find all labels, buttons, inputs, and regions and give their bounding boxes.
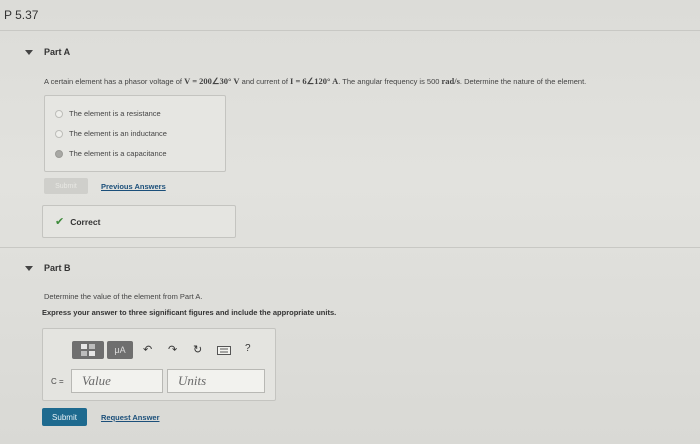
current-phasor: I = 6∠120° A	[290, 76, 339, 86]
part-b-prompt: Determine the value of the element from …	[44, 292, 203, 301]
variable-label: C =	[51, 377, 64, 386]
part-b-label[interactable]: Part B	[44, 263, 71, 273]
units-input[interactable]: Units	[167, 369, 265, 393]
correct-feedback: ✔ Correct	[42, 205, 236, 238]
prompt-text: and current of	[239, 77, 291, 86]
voltage-phasor: V = 200∠30° V	[184, 76, 240, 86]
choice-inductance[interactable]: The element is an inductance	[55, 129, 167, 138]
keyboard-icon[interactable]	[217, 346, 231, 355]
angular-frequency-unit: rad/s	[441, 76, 460, 86]
choice-label: The element is a capacitance	[69, 149, 167, 158]
help-icon[interactable]: ?	[245, 343, 251, 354]
part-b-submit-button[interactable]: Submit	[42, 408, 87, 426]
request-answer-link[interactable]: Request Answer	[101, 413, 160, 422]
part-a-submit-button[interactable]: Submit	[44, 178, 88, 194]
mu-units-icon: μA	[114, 345, 126, 355]
redo-icon[interactable]: ↷	[168, 343, 177, 356]
caret-down-icon[interactable]	[25, 50, 33, 55]
radio-button[interactable]	[55, 129, 63, 138]
templates-icon	[81, 344, 95, 356]
prompt-text: . The angular frequency is 500	[338, 77, 442, 86]
divider	[0, 30, 700, 31]
divider	[0, 247, 700, 248]
radio-button-selected[interactable]	[55, 149, 63, 158]
correct-label: Correct	[70, 216, 101, 227]
caret-down-icon[interactable]	[25, 266, 33, 271]
choice-label: The element is an inductance	[69, 129, 167, 138]
choice-capacitance[interactable]: The element is a capacitance	[55, 149, 167, 158]
prompt-text: A certain element has a phasor voltage o…	[44, 77, 185, 86]
choices-box: The element is a resistance The element …	[44, 95, 226, 172]
choice-resistance[interactable]: The element is a resistance	[55, 109, 161, 118]
problem-title: P 5.37	[4, 8, 39, 22]
value-input[interactable]: Value	[71, 369, 163, 393]
mu-units-button[interactable]: μA	[107, 341, 133, 359]
reset-icon[interactable]: ↻	[193, 343, 202, 356]
part-a-prompt: A certain element has a phasor voltage o…	[44, 76, 586, 87]
radio-button[interactable]	[55, 109, 63, 118]
answer-box: μA ↶ ↷ ↻ ? C = Value Units	[42, 328, 276, 401]
undo-icon[interactable]: ↶	[143, 343, 152, 356]
part-b-instruction: Express your answer to three significant…	[42, 308, 337, 317]
prompt-text: . Determine the nature of the element.	[459, 77, 587, 86]
checkmark-icon: ✔	[55, 216, 65, 228]
part-a-label[interactable]: Part A	[44, 47, 70, 57]
templates-button[interactable]	[72, 341, 104, 359]
choice-label: The element is a resistance	[69, 109, 161, 118]
previous-answers-link[interactable]: Previous Answers	[101, 182, 166, 191]
